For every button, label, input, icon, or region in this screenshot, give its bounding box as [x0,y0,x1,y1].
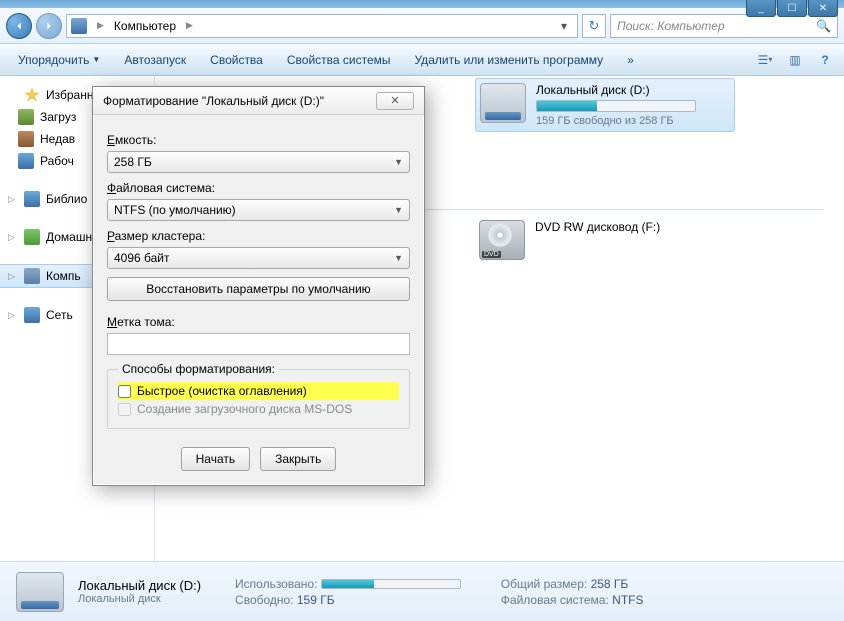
toolbar-properties[interactable]: Свойства [200,49,273,71]
filesystem-label: Файловая система: [107,181,410,195]
details-fs-label: Файловая система: [501,593,609,607]
hdd-icon [16,572,64,612]
help-button[interactable]: ? [814,50,836,70]
address-dropdown[interactable]: ▾ [555,19,573,33]
format-dialog: Форматирование "Локальный диск (D:)" ✕ Е… [92,86,425,486]
details-total-label: Общий размер: [501,577,587,591]
nav-back-button[interactable] [6,13,32,39]
toolbar-autorun[interactable]: Автозапуск [114,49,196,71]
volume-label-label: Метка тома: [107,315,410,329]
restore-defaults-button[interactable]: Восстановить параметры по умолчанию [107,277,410,301]
dvd-icon: DVD [479,220,525,260]
downloads-icon [18,109,34,125]
view-mode-button[interactable]: ☰▾ [754,50,776,70]
window-titlebar: _ ☐ ✕ [0,0,844,8]
capacity-label: Емкость: [107,133,410,147]
drive-name: DVD RW дисковод (F:) [535,220,731,234]
dialog-close-button[interactable]: ✕ [376,92,414,110]
drive-local-d[interactable]: Локальный диск (D:) 159 ГБ свободно из 2… [475,78,735,132]
drive-usage-bar [536,100,696,112]
details-total-value: 258 ГБ [591,577,629,591]
toolbar-system-properties[interactable]: Свойства системы [277,49,401,71]
toolbar-uninstall[interactable]: Удалить или изменить программу [405,49,614,71]
network-icon [24,307,40,323]
search-icon: 🔍 [816,19,831,33]
preview-pane-button[interactable]: ▥ [784,50,806,70]
cluster-label: Размер кластера: [107,229,410,243]
navigation-bar: ▶ Компьютер ▶ ▾ ↻ Поиск: Компьютер 🔍 [0,8,844,44]
toolbar-overflow[interactable]: » [617,49,644,71]
details-subtitle: Локальный диск [78,593,201,605]
dialog-titlebar[interactable]: Форматирование "Локальный диск (D:)" ✕ [93,87,424,115]
desktop-icon [18,153,34,169]
details-used-label: Использовано: [235,577,317,591]
close-button[interactable]: Закрыть [260,447,336,471]
computer-icon [24,268,40,284]
drive-name: Локальный диск (D:) [536,83,730,97]
msdos-boot-checkbox: Создание загрузочного диска MS-DOS [118,400,399,418]
window-close-button[interactable]: ✕ [808,0,838,17]
star-icon [24,87,40,103]
capacity-select[interactable]: 258 ГБ▼ [107,151,410,173]
nav-forward-button[interactable] [36,13,62,39]
details-free-label: Свободно: [235,593,294,607]
cluster-select[interactable]: 4096 байт▼ [107,247,410,269]
chevron-right-icon[interactable]: ▶ [91,20,110,31]
recent-icon [18,131,34,147]
command-toolbar: Упорядочить▼ Автозапуск Свойства Свойств… [0,44,844,76]
details-usage-bar [321,579,461,589]
window-maximize-button[interactable]: ☐ [777,0,807,17]
drive-dvd-f[interactable]: DVD DVD RW дисковод (F:) [475,216,735,264]
search-placeholder: Поиск: Компьютер [617,19,725,33]
window-minimize-button[interactable]: _ [746,0,776,17]
quick-format-checkbox[interactable]: Быстрое (очистка оглавления) [118,382,399,400]
libraries-icon [24,191,40,207]
format-options-fieldset: Способы форматирования: Быстрое (очистка… [107,369,410,429]
homegroup-icon [24,229,40,245]
filesystem-select[interactable]: NTFS (по умолчанию)▼ [107,199,410,221]
volume-label-input[interactable] [107,333,410,355]
details-fs-value: NTFS [612,593,643,607]
details-pane: Локальный диск (D:) Локальный диск Испол… [0,561,844,621]
dialog-title: Форматирование "Локальный диск (D:)" [103,94,376,108]
drive-stat: 159 ГБ свободно из 258 ГБ [536,115,730,127]
search-input[interactable]: Поиск: Компьютер 🔍 [610,14,838,38]
computer-icon [71,18,87,34]
start-button[interactable]: Начать [181,447,251,471]
details-title: Локальный диск (D:) [78,578,201,593]
hdd-icon [480,83,526,123]
format-options-legend: Способы форматирования: [118,362,279,376]
toolbar-organize[interactable]: Упорядочить▼ [8,49,110,71]
chevron-right-icon[interactable]: ▶ [180,20,199,31]
address-bar[interactable]: ▶ Компьютер ▶ ▾ [66,14,578,38]
details-free-value: 159 ГБ [297,593,335,607]
breadcrumb-computer[interactable]: Компьютер [114,19,176,33]
refresh-button[interactable]: ↻ [582,14,606,38]
